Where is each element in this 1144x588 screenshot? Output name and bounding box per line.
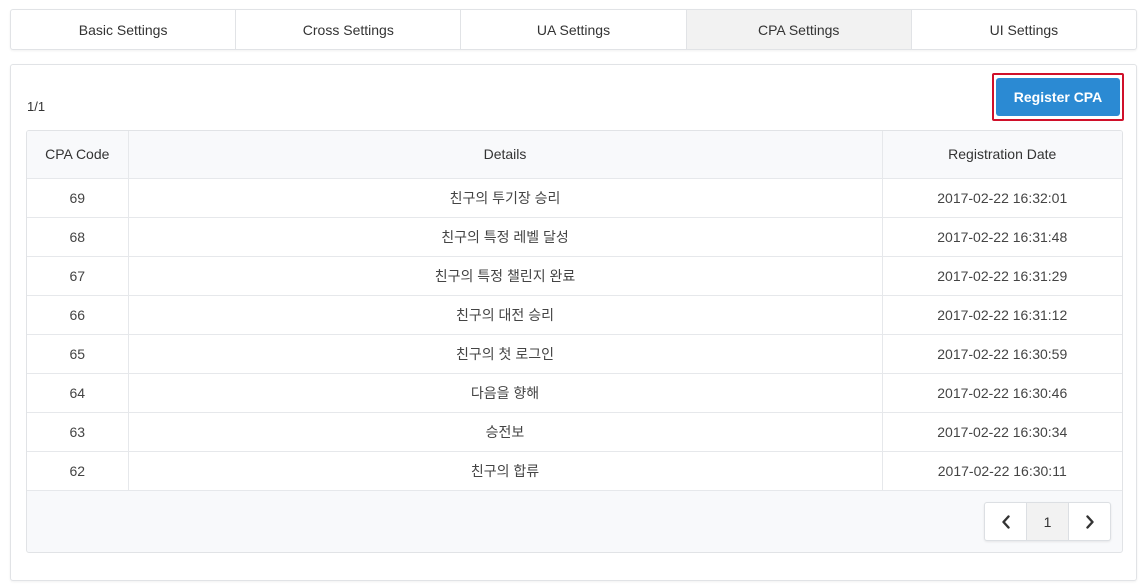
details-cell: 다음을 향해 <box>128 373 883 413</box>
date-cell: 2017-02-22 16:30:34 <box>882 412 1122 452</box>
chevron-left-icon <box>1001 514 1010 529</box>
table-row[interactable]: 68 친구의 특정 레벨 달성 2017-02-22 16:31:48 <box>27 217 1122 257</box>
date-cell: 2017-02-22 16:32:01 <box>882 178 1122 218</box>
cpa-code-cell: 65 <box>27 334 129 374</box>
header-details: Details <box>128 131 883 179</box>
details-cell: 친구의 첫 로그인 <box>128 334 883 374</box>
cpa-code-cell: 66 <box>27 295 129 335</box>
table-row[interactable]: 65 친구의 첫 로그인 2017-02-22 16:30:59 <box>27 334 1122 374</box>
cpa-table-container: CPA Code Details Registration Date 69 친구… <box>26 130 1123 553</box>
date-cell: 2017-02-22 16:31:48 <box>882 217 1122 257</box>
details-cell: 승전보 <box>128 412 883 452</box>
tab-ua-settings[interactable]: UA Settings <box>461 10 687 49</box>
cpa-code-cell: 69 <box>27 178 129 218</box>
table-row[interactable]: 67 친구의 특정 챌린지 완료 2017-02-22 16:31:29 <box>27 256 1122 296</box>
cpa-code-cell: 64 <box>27 373 129 413</box>
pagination-next-button[interactable] <box>1068 503 1110 540</box>
register-cpa-button[interactable]: Register CPA <box>996 78 1120 116</box>
tab-basic-settings[interactable]: Basic Settings <box>11 10 237 49</box>
date-cell: 2017-02-22 16:31:29 <box>882 256 1122 296</box>
pagination-prev-button[interactable] <box>985 503 1027 540</box>
cpa-code-cell: 67 <box>27 256 129 296</box>
pagination: 1 <box>984 502 1111 541</box>
cpa-table: CPA Code Details Registration Date 69 친구… <box>27 131 1122 491</box>
tab-cross-settings[interactable]: Cross Settings <box>236 10 462 49</box>
header-cpa-code: CPA Code <box>27 131 129 179</box>
date-cell: 2017-02-22 16:30:59 <box>882 334 1122 374</box>
table-row[interactable]: 63 승전보 2017-02-22 16:30:34 <box>27 412 1122 452</box>
details-cell: 친구의 투기장 승리 <box>128 178 883 218</box>
details-cell: 친구의 특정 레벨 달성 <box>128 217 883 257</box>
page-count: 1/1 <box>27 99 46 114</box>
cpa-panel: 1/1 Register CPA CPA Code Details Regist… <box>10 64 1137 581</box>
cpa-code-cell: 63 <box>27 412 129 452</box>
tab-ui-settings[interactable]: UI Settings <box>912 10 1136 49</box>
pagination-page-1[interactable]: 1 <box>1027 503 1068 540</box>
date-cell: 2017-02-22 16:30:46 <box>882 373 1122 413</box>
cpa-code-cell: 62 <box>27 451 129 491</box>
date-cell: 2017-02-22 16:31:12 <box>882 295 1122 335</box>
register-highlight: Register CPA <box>992 73 1124 121</box>
table-row[interactable]: 62 친구의 합류 2017-02-22 16:30:11 <box>27 451 1122 491</box>
table-row[interactable]: 69 친구의 투기장 승리 2017-02-22 16:32:01 <box>27 178 1122 218</box>
table-row[interactable]: 66 친구의 대전 승리 2017-02-22 16:31:12 <box>27 295 1122 335</box>
table-row[interactable]: 64 다음을 향해 2017-02-22 16:30:46 <box>27 373 1122 413</box>
date-cell: 2017-02-22 16:30:11 <box>882 451 1122 491</box>
details-cell: 친구의 대전 승리 <box>128 295 883 335</box>
header-registration-date: Registration Date <box>882 131 1122 179</box>
details-cell: 친구의 합류 <box>128 451 883 491</box>
chevron-right-icon <box>1085 514 1094 529</box>
cpa-code-cell: 68 <box>27 217 129 257</box>
table-header-row: CPA Code Details Registration Date <box>27 131 1122 179</box>
details-cell: 친구의 특정 챌린지 완료 <box>128 256 883 296</box>
settings-tabs: Basic Settings Cross Settings UA Setting… <box>10 9 1137 50</box>
tab-cpa-settings[interactable]: CPA Settings <box>686 10 912 49</box>
